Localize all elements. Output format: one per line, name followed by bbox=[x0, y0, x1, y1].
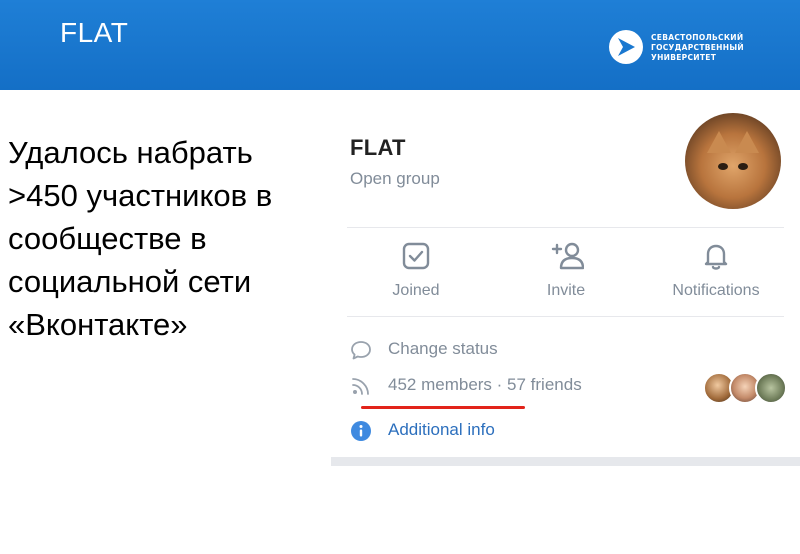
divider bbox=[347, 316, 784, 317]
joined-button[interactable]: Joined bbox=[341, 240, 491, 310]
members-count-label: 452 members · 57 friends bbox=[388, 375, 582, 394]
info-circle-icon bbox=[350, 420, 372, 442]
members-row[interactable]: 452 members · 57 friends bbox=[350, 373, 680, 399]
bell-icon bbox=[700, 240, 732, 272]
vk-group-screenshot: FLAT Open group Joined Invite Notificati… bbox=[331, 100, 800, 466]
university-name-line-2: ГОСУДАРСТВЕННЫЙ bbox=[651, 43, 744, 52]
avatar-ear-left bbox=[707, 131, 731, 153]
add-user-icon bbox=[550, 240, 585, 272]
group-type: Open group bbox=[350, 169, 440, 188]
change-status-label: Change status bbox=[388, 339, 498, 358]
speech-bubble-icon bbox=[350, 339, 372, 361]
additional-info-label: Additional info bbox=[388, 420, 495, 439]
additional-info-row[interactable]: Additional info bbox=[350, 418, 650, 444]
friend-avatar bbox=[755, 372, 787, 404]
university-name-line-3: УНИВЕРСИТЕТ bbox=[651, 53, 717, 62]
bottom-separator bbox=[331, 457, 800, 466]
notifications-button[interactable]: Notifications bbox=[641, 240, 791, 310]
rss-feed-icon bbox=[350, 375, 372, 397]
group-avatar[interactable] bbox=[685, 113, 781, 209]
joined-label: Joined bbox=[392, 282, 440, 299]
slide-title: FLAT bbox=[60, 17, 129, 48]
invite-button[interactable]: Invite bbox=[491, 240, 641, 310]
slide-header: FLAT СЕВАСТОПОЛЬСКИЙ ГОСУДАРСТВЕННЫЙ УНИ… bbox=[0, 0, 800, 90]
arrow-logo-icon bbox=[609, 30, 643, 64]
university-name-line-1: СЕВАСТОПОЛЬСКИЙ bbox=[651, 33, 744, 42]
notifications-label: Notifications bbox=[672, 282, 760, 299]
slide-caption: Удалось набрать >450 участников в сообще… bbox=[8, 135, 273, 342]
university-name: СЕВАСТОПОЛЬСКИЙ ГОСУДАРСТВЕННЫЙ УНИВЕРСИ… bbox=[651, 33, 791, 63]
avatar-ear-right bbox=[735, 131, 759, 153]
divider bbox=[347, 227, 784, 228]
friends-avatars[interactable] bbox=[703, 372, 787, 404]
avatar-eye-right bbox=[738, 163, 748, 170]
red-underline-annotation bbox=[361, 406, 525, 409]
invite-label: Invite bbox=[546, 282, 586, 299]
university-logo: СЕВАСТОПОЛЬСКИЙ ГОСУДАРСТВЕННЫЙ УНИВЕРСИ… bbox=[609, 30, 789, 66]
group-name: FLAT bbox=[350, 135, 406, 160]
change-status-row[interactable]: Change status bbox=[350, 337, 650, 363]
checkbox-checked-icon bbox=[400, 240, 432, 272]
avatar-eye-left bbox=[718, 163, 728, 170]
